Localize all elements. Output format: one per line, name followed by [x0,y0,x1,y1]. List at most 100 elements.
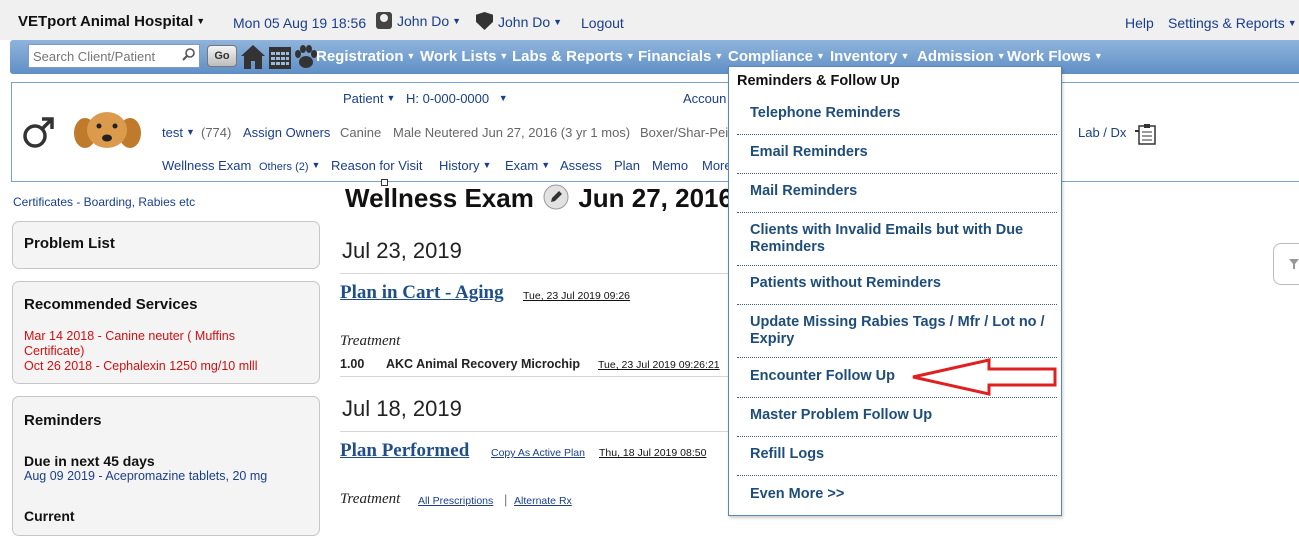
shield-icon [476,12,493,30]
pet-photo[interactable] [70,111,145,149]
chevron-down-icon: ▼ [185,127,195,137]
problem-list-panel[interactable]: Problem List [12,221,320,269]
pet-count: (774) [201,125,232,140]
account-link[interactable]: Accoun [683,91,726,106]
nav-compliance[interactable]: Compliance ▼ [728,48,825,65]
chevron-down-icon: ▼ [625,51,635,61]
nav-admission[interactable]: Admission ▼ [917,48,1006,65]
patient-menu[interactable]: Patient ▼ [343,91,395,106]
user-name: John Do [397,13,450,29]
edit-pencil-icon[interactable] [543,184,569,210]
others-label: Others (2) [259,161,309,173]
menu-item-invalid-emails[interactable]: Clients with Invalid Emails but with Due… [750,222,1050,256]
menu-item-patients-without-reminders[interactable]: Patients without Reminders [750,275,1050,292]
certificates-link[interactable]: Certificates - Boarding, Rabies etc [13,195,195,209]
logout-link[interactable]: Logout [581,15,624,31]
separator: | [504,492,508,507]
plan-in-cart-link[interactable]: Plan in Cart - Aging [340,282,504,304]
nav-financials[interactable]: Financials ▼ [638,48,723,65]
menu-item-even-more[interactable]: Even More >> [750,486,1050,503]
clinic-selector[interactable]: VETport Animal Hospital ▼ [18,13,205,30]
chevron-down-icon: ▼ [499,51,509,61]
memo-link[interactable]: Memo [652,158,688,173]
filter-tab[interactable] [1273,243,1299,285]
chevron-down-icon: ▼ [406,51,416,61]
nav-work-flows[interactable]: Work Flows ▼ [1007,48,1103,65]
assign-owners-link[interactable]: Assign Owners [243,125,330,140]
nav-work-lists[interactable]: Work Lists ▼ [420,48,508,65]
chevron-down-icon: ▼ [996,51,1006,61]
due-item[interactable]: Aug 09 2019 - Acepromazine tablets, 20 m… [24,469,267,483]
menu-separator [737,436,1057,437]
treatment-item[interactable]: AKC Animal Recovery Microchip [386,357,580,371]
chevron-down-icon: ▼ [196,16,206,26]
recommended-item[interactable]: Mar 14 2018 - Canine neuter ( Muffins Ce… [24,329,294,359]
recommended-services-panel: Recommended Services Mar 14 2018 - Canin… [12,281,320,384]
menu-item-master-problem-follow-up[interactable]: Master Problem Follow Up [750,407,1050,424]
clipboard-icon[interactable] [1134,123,1158,145]
treatment-label: Treatment [340,491,401,507]
settings-reports-menu[interactable]: Settings & Reports ▼ [1168,15,1297,31]
nav-labs-reports[interactable]: Labs & Reports ▼ [512,48,635,65]
menu-item-mail-reminders[interactable]: Mail Reminders [750,183,1050,200]
pet-name-menu[interactable]: test ▼ [162,125,195,140]
top-bar: VETport Animal Hospital ▼ Mon 05 Aug 19 1… [0,0,1299,40]
patient-id: H: 0-000-0000 [406,91,490,106]
assess-link[interactable]: Assess [560,158,602,173]
home-icon[interactable] [240,43,266,71]
exam-menu[interactable]: Exam ▼ [505,158,550,173]
alternate-rx-link[interactable]: Alternate Rx [514,495,572,507]
menu-item-encounter-follow-up[interactable]: Encounter Follow Up [750,368,910,385]
wellness-exam-link[interactable]: Wellness Exam [162,158,251,173]
menu-separator [737,134,1057,135]
menu-item-email-reminders[interactable]: Email Reminders [750,144,1050,161]
recommended-item[interactable]: Oct 26 2018 - Cephalexin 1250 mg/10 mlll [24,359,294,374]
search-input[interactable] [28,44,200,68]
compliance-dropdown: Reminders & Follow Up Telephone Reminder… [728,66,1062,516]
chevron-down-icon: ▼ [386,93,396,103]
red-arrow-annotation-icon [912,358,1057,396]
others-menu[interactable]: Others (2) ▼ [259,160,320,173]
user-menu[interactable]: John Do ▼ [376,12,461,29]
reason-for-visit-link[interactable]: Reason for Visit [331,158,423,173]
search-icon[interactable] [182,47,196,61]
patient-id-menu[interactable]: H: 0-000-0000 ▼ [406,91,508,106]
history-menu[interactable]: History ▼ [439,158,491,173]
nav-label: Labs & Reports [512,48,623,65]
treatment-qty: 1.00 [340,357,365,371]
treatment-timestamp[interactable]: Tue, 23 Jul 2019 09:26:21 [598,359,720,371]
all-prescriptions-link[interactable]: All Prescriptions [418,495,493,507]
patient-label: Patient [343,91,384,106]
nav-label: Inventory [830,48,898,65]
plan-link[interactable]: Plan [614,158,640,173]
plan-timestamp[interactable]: Thu, 18 Jul 2019 08:50 [599,447,706,459]
section-date: Jul 18, 2019 [342,396,462,421]
settings-label: Settings & Reports [1168,15,1285,31]
nav-inventory[interactable]: Inventory ▼ [830,48,909,65]
chevron-down-icon: ▼ [541,160,551,170]
go-button[interactable]: Go [207,45,237,67]
calendar-icon[interactable] [267,43,293,71]
role-menu[interactable]: John Do ▼ [476,12,562,30]
chevron-down-icon: ▼ [1287,18,1297,28]
due-heading: Due in next 45 days [24,453,155,469]
nav-label: Admission [917,48,994,65]
chevron-down-icon: ▼ [482,160,492,170]
nav-registration[interactable]: Registration ▼ [316,48,415,65]
plan-performed-link[interactable]: Plan Performed [340,440,469,462]
male-gender-icon [23,117,54,148]
breed: Boxer/Shar-Pei [640,125,729,140]
menu-item-update-rabies-tags[interactable]: Update Missing Rabies Tags / Mfr / Lot n… [750,314,1050,348]
lab-dx-link[interactable]: Lab / Dx [1078,125,1126,140]
treatment-label: Treatment [340,333,401,349]
help-link[interactable]: Help [1125,15,1154,31]
menu-item-telephone-reminders[interactable]: Telephone Reminders [750,105,1050,122]
menu-item-refill-logs[interactable]: Refill Logs [750,446,1050,463]
nav-label: Work Lists [420,48,497,65]
plan-timestamp[interactable]: Tue, 23 Jul 2019 09:26 [523,290,630,302]
copy-active-plan-link[interactable]: Copy As Active Plan [491,447,585,459]
divider [340,431,740,432]
datetime: Mon 05 Aug 19 18:56 [233,15,367,31]
main-nav-bar: Go Registration▼ Work Lists▼ Labs & Repo… [10,40,1299,74]
reminders-title: Reminders [24,412,102,429]
